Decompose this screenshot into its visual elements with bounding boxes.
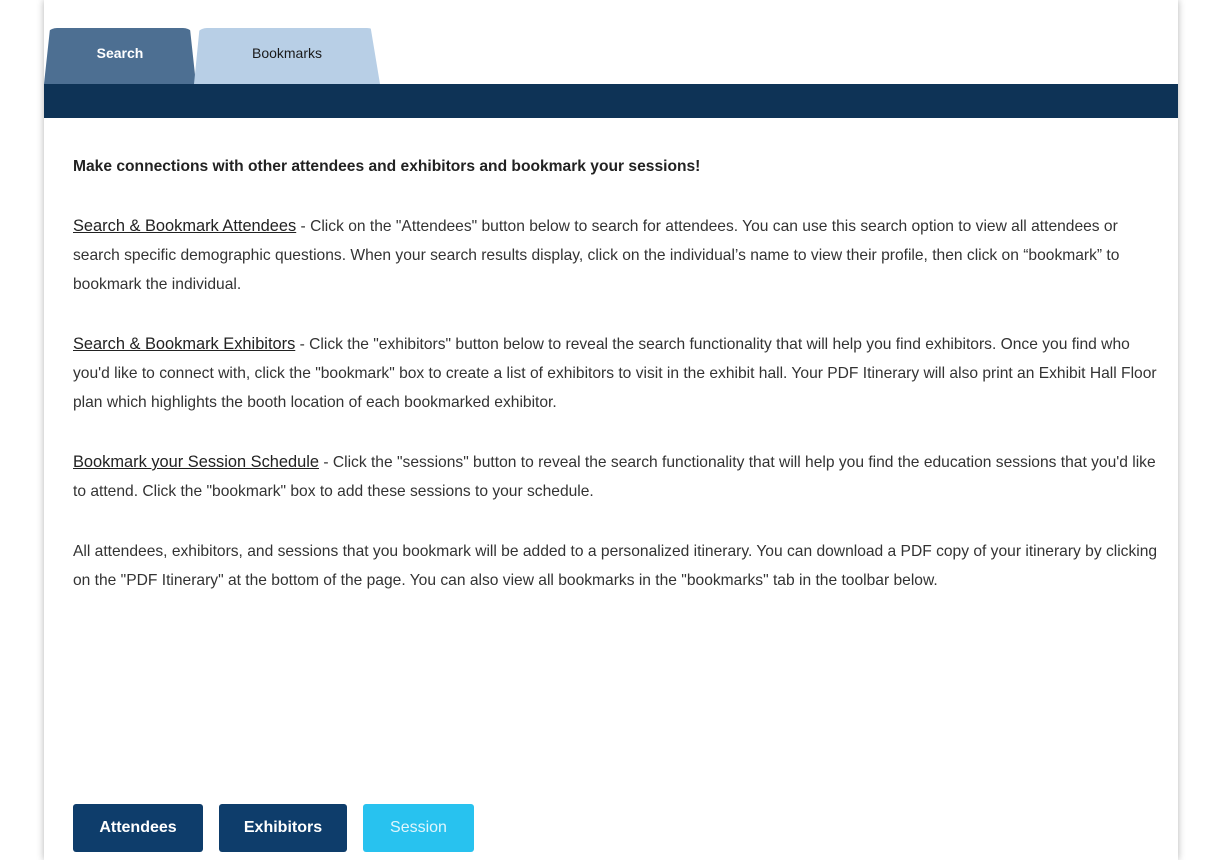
tab-search[interactable]: Search bbox=[44, 28, 196, 84]
session-button[interactable]: Session bbox=[363, 804, 474, 852]
tab-search-label: Search bbox=[96, 45, 144, 61]
sessions-paragraph: Bookmark your Session Schedule - Click t… bbox=[73, 448, 1163, 506]
tab-bar: Search Bookmarks bbox=[44, 0, 1178, 84]
exhibitors-paragraph: Search & Bookmark Exhibitors - Click the… bbox=[73, 330, 1163, 417]
toolbar-strip bbox=[44, 84, 1178, 118]
attendees-paragraph: Search & Bookmark Attendees - Click on t… bbox=[73, 212, 1163, 299]
closing-paragraph: All attendees, exhibitors, and sessions … bbox=[73, 543, 1158, 589]
instructions-content: Make connections with other attendees an… bbox=[73, 152, 1163, 626]
tab-bookmarks[interactable]: Bookmarks bbox=[194, 28, 380, 84]
exhibitors-button[interactable]: Exhibitors bbox=[219, 804, 347, 852]
exhibitors-heading: Search & Bookmark Exhibitors bbox=[73, 335, 296, 353]
attendees-button[interactable]: Attendees bbox=[73, 804, 203, 852]
intro-text: Make connections with other attendees an… bbox=[73, 158, 701, 175]
sessions-heading: Bookmark your Session Schedule bbox=[73, 453, 319, 471]
attendees-heading: Search & Bookmark Attendees bbox=[73, 217, 297, 235]
tab-bookmarks-label: Bookmarks bbox=[251, 45, 323, 61]
